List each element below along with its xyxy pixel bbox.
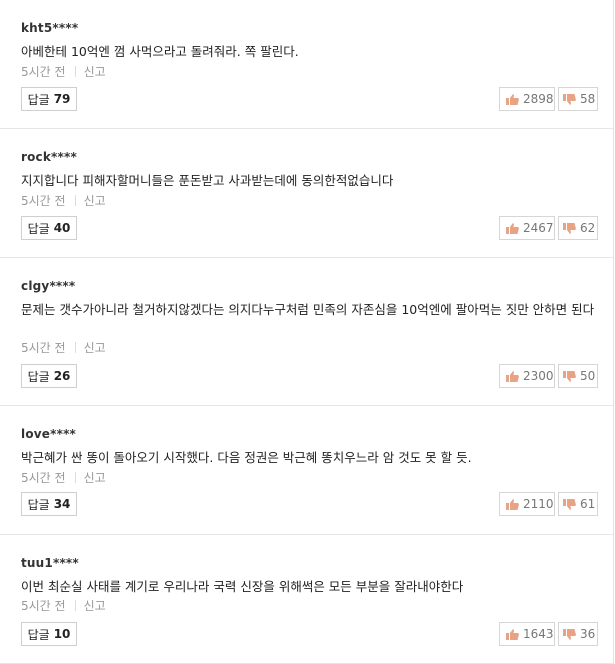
like-button[interactable]: 2467 [499,216,555,240]
comment-author[interactable]: rock**** [21,150,77,164]
comment-text: 아베한테 10억엔 껌 사먹으라고 돌려줘라. 쪽 팔린다. [21,44,299,59]
comment-item: love**** 박근혜가 싼 똥이 돌아오기 시작했다. 다음 정권은 박근혜… [0,406,613,535]
reply-label: 답글 [27,92,50,107]
comment-author[interactable]: tuu1**** [21,556,79,570]
reply-count: 79 [53,92,71,106]
comment-text: 문제는 갯수가아니라 철거하지않겠다는 의지다누구처럼 민족의 자존심을 10억… [21,302,595,317]
report-link[interactable]: 신고 [84,65,106,79]
comment-list: kht5**** 아베한테 10억엔 껌 사먹으라고 돌려줘라. 쪽 팔린다. … [0,0,614,664]
thumbs-down-icon [563,498,576,510]
dislike-count: 36 [580,627,596,641]
comment-item: tuu1**** 이번 최순실 사태를 계기로 우리나라 국력 신장을 위해썩은… [0,535,613,664]
reply-button[interactable]: 답글 26 [21,364,77,388]
comment-text: 지지합니다 피해자할머니들은 푼돈받고 사과받는데에 동의한적없습니다 [21,173,394,188]
like-button[interactable]: 2898 [499,87,555,111]
report-link[interactable]: 신고 [84,471,106,485]
reply-label: 답글 [27,369,50,384]
dislike-button[interactable]: 36 [558,622,598,646]
dislike-count: 62 [580,221,596,235]
reply-count: 10 [53,627,71,641]
thumbs-up-icon [506,370,519,382]
thumbs-up-icon [506,222,519,234]
comment-meta: 5시간 전 신고 [21,469,106,486]
reply-count: 40 [53,221,71,235]
reply-button[interactable]: 답글 10 [21,622,77,646]
like-count: 2300 [523,369,554,383]
thumbs-up-icon [506,93,519,105]
reply-button[interactable]: 답글 79 [21,87,77,111]
thumbs-down-icon [563,370,576,382]
reply-button[interactable]: 답글 40 [21,216,77,240]
report-link[interactable]: 신고 [84,341,106,355]
comment-time: 5시간 전 [21,65,66,79]
comment-time: 5시간 전 [21,471,66,485]
comment-author[interactable]: kht5**** [21,21,78,35]
comment-item: rock**** 지지합니다 피해자할머니들은 푼돈받고 사과받는데에 동의한적… [0,129,613,258]
dislike-button[interactable]: 58 [558,87,598,111]
like-count: 1643 [523,627,554,641]
thumbs-down-icon [563,93,576,105]
comment-author[interactable]: love**** [21,427,76,441]
reply-label: 답글 [27,221,50,236]
dislike-count: 58 [580,92,596,106]
comment-time: 5시간 전 [21,341,66,355]
comment-meta: 5시간 전 신고 [21,597,106,614]
meta-divider [74,66,76,77]
dislike-count: 50 [580,369,596,383]
thumbs-up-icon [506,628,519,640]
report-link[interactable]: 신고 [84,599,106,613]
comment-item: clgy**** 문제는 갯수가아니라 철거하지않겠다는 의지다누구처럼 민족의… [0,258,613,406]
like-count: 2898 [523,92,554,106]
dislike-count: 61 [580,497,596,511]
like-button[interactable]: 2300 [499,364,555,388]
meta-divider [74,600,76,611]
comment-meta: 5시간 전 신고 [21,63,106,80]
comment-meta: 5시간 전 신고 [21,192,106,209]
like-button[interactable]: 2110 [499,492,555,516]
reply-label: 답글 [27,497,50,512]
like-count: 2110 [523,497,554,511]
thumbs-down-icon [563,628,576,640]
like-button[interactable]: 1643 [499,622,555,646]
comment-author[interactable]: clgy**** [21,279,75,293]
reply-button[interactable]: 답글 34 [21,492,77,516]
thumbs-down-icon [563,222,576,234]
comment-item: kht5**** 아베한테 10억엔 껌 사먹으라고 돌려줘라. 쪽 팔린다. … [0,0,613,129]
like-count: 2467 [523,221,554,235]
reply-label: 답글 [27,627,50,642]
meta-divider [74,472,76,483]
reply-count: 34 [53,497,71,511]
dislike-button[interactable]: 62 [558,216,598,240]
dislike-button[interactable]: 61 [558,492,598,516]
report-link[interactable]: 신고 [84,194,106,208]
reply-count: 26 [53,369,71,383]
comment-time: 5시간 전 [21,599,66,613]
comment-text: 박근혜가 싼 똥이 돌아오기 시작했다. 다음 정권은 박근혜 똥치우느라 암 … [21,450,472,465]
comment-time: 5시간 전 [21,194,66,208]
thumbs-up-icon [506,498,519,510]
dislike-button[interactable]: 50 [558,364,598,388]
meta-divider [74,195,76,206]
comment-text: 이번 최순실 사태를 계기로 우리나라 국력 신장을 위해썩은 모든 부분을 잘… [21,579,464,594]
meta-divider [74,342,76,353]
comment-meta: 5시간 전 신고 [21,339,106,356]
